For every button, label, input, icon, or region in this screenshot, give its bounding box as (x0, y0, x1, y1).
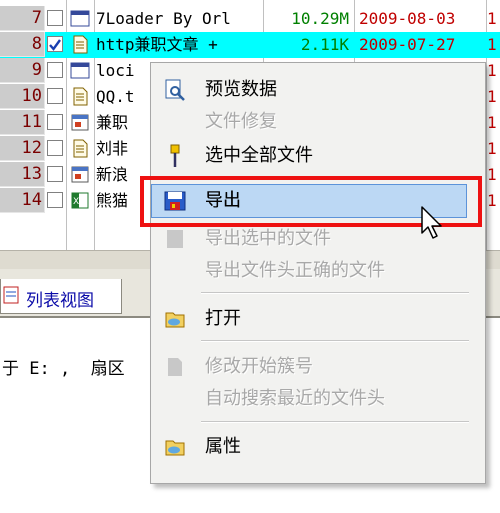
file-extra: 1 (487, 9, 497, 28)
mouse-cursor-icon (421, 206, 442, 239)
export-selected-icon (167, 230, 183, 248)
row-number: 9 (0, 58, 45, 83)
tab-list-view-label[interactable]: 列表视图 (26, 286, 94, 311)
file-extra: 1 (487, 61, 497, 80)
file-size: 10.29M (291, 9, 349, 28)
row-number: 8 (0, 32, 45, 57)
menu-item-open[interactable]: 打开 (151, 302, 485, 336)
menu-item-label: 属性 (205, 436, 241, 457)
file-size: 2.11K (300, 35, 349, 54)
menu-separator (201, 292, 469, 294)
row-number: 14 (0, 188, 45, 213)
row-checkbox[interactable] (47, 62, 63, 78)
file-extra: 1 (487, 113, 497, 132)
svg-text:X: X (73, 197, 79, 207)
menu-item-label: 修改开始簇号 (205, 356, 313, 377)
row-checkbox[interactable] (47, 10, 63, 26)
preview-icon (165, 79, 185, 101)
menu-item-file-repair: 文件修复 (151, 105, 485, 139)
menu-item-export-correct-header: 导出文件头正确的文件 (151, 254, 485, 288)
document-icon (73, 87, 88, 106)
window-icon (70, 62, 90, 79)
webpage-icon (71, 166, 89, 183)
row-checkbox[interactable] (47, 88, 63, 104)
file-name: http兼职文章 + (96, 35, 218, 54)
row-checkbox-checked[interactable] (47, 36, 63, 52)
window-icon (70, 10, 90, 27)
row-checkbox[interactable] (47, 166, 63, 182)
menu-item-select-all-files[interactable]: 选中全部文件 (151, 139, 485, 173)
spreadsheet-icon: X (71, 192, 89, 209)
webpage-icon (71, 114, 89, 131)
menu-separator (201, 421, 469, 423)
file-date: 2009-08-03 (359, 9, 456, 28)
menu-item-modify-start-cluster: 修改开始簇号 (151, 350, 485, 384)
row-number: 10 (0, 84, 45, 109)
table-row[interactable]: 7 7Loader By Orl 10.29M 2009-08-03 1 (0, 6, 500, 32)
context-menu: 预览数据 文件修复 选中全部文件 导出 导出选中的文件 导出文件头正确的文件 打… (150, 62, 486, 484)
menu-item-label: 打开 (205, 308, 241, 329)
file-extra: 1 (487, 87, 497, 106)
file-extra: 1 (487, 191, 497, 210)
edit-cluster-icon (168, 358, 182, 376)
row-checkbox[interactable] (47, 114, 63, 130)
document-icon (73, 139, 88, 158)
list-view-icon (3, 286, 19, 304)
menu-item-preview-data[interactable]: 预览数据 (151, 73, 485, 107)
properties-icon (165, 440, 185, 456)
file-extra: 1 (487, 139, 497, 158)
menu-item-label: 选中全部文件 (205, 145, 313, 166)
table-row-selected[interactable]: 8 http兼职文章 + 2.11K 2009-07-27 1 (0, 32, 500, 58)
menu-separator (201, 340, 469, 342)
document-icon (73, 35, 88, 54)
pin-icon (170, 144, 180, 167)
menu-item-label: 导出文件头正确的文件 (205, 260, 385, 281)
file-extra: 1 (487, 35, 497, 54)
open-icon (165, 312, 185, 328)
row-checkbox[interactable] (47, 140, 63, 156)
row-number: 7 (0, 6, 45, 31)
menu-item-label: 自动搜索最近的文件头 (205, 388, 385, 409)
file-extra: 1 (487, 165, 497, 184)
file-date: 2009-07-27 (359, 35, 456, 54)
menu-item-auto-search-header: 自动搜索最近的文件头 (151, 382, 485, 416)
checkmark-icon (49, 39, 61, 51)
menu-item-label: 预览数据 (205, 79, 277, 100)
row-number: 12 (0, 136, 45, 161)
menu-item-properties[interactable]: 属性 (151, 430, 485, 464)
status-text: 于 E: , 扇区 (2, 359, 125, 379)
row-checkbox[interactable] (47, 192, 63, 208)
row-number: 11 (0, 110, 45, 135)
menu-item-label: 文件修复 (205, 111, 277, 132)
row-number: 13 (0, 162, 45, 187)
menu-item-label: 导出选中的文件 (205, 228, 331, 249)
file-name: 7Loader By Orl (96, 9, 231, 28)
